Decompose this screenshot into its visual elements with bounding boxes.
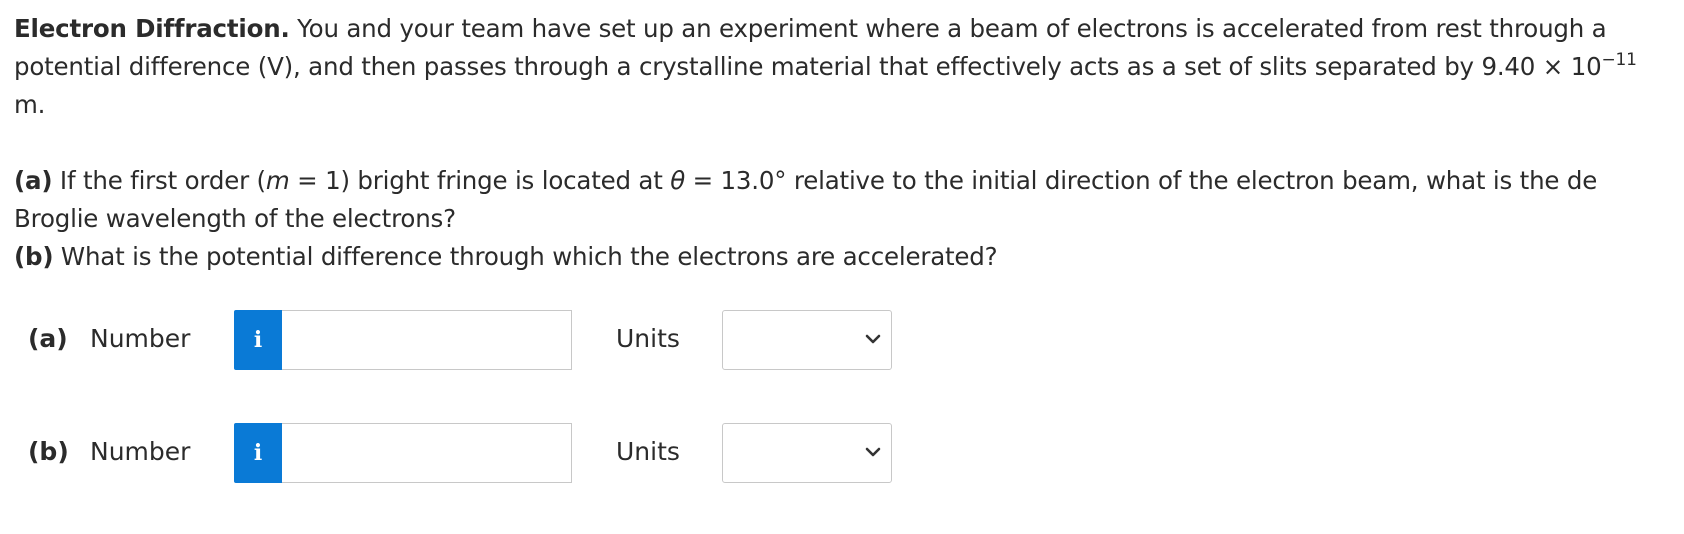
answer-row-a: (a) Number i Units	[0, 310, 1684, 370]
chevron-down-icon	[865, 334, 881, 344]
info-icon: i	[253, 440, 263, 466]
problem-title: Electron Diffraction.	[14, 14, 290, 43]
info-button[interactable]: i	[234, 423, 282, 483]
part-a-question: (a) If the first order (m = 1) bright fr…	[14, 162, 1664, 238]
problem-intro-unit: m.	[14, 90, 46, 119]
problem-intro: Electron Diffraction. You and your team …	[14, 10, 1664, 124]
info-icon: i	[253, 327, 263, 353]
part-a-text-1: If the first order (	[52, 166, 266, 195]
info-button[interactable]: i	[234, 310, 282, 370]
number-input[interactable]	[282, 310, 572, 370]
units-label: Units	[616, 437, 680, 466]
number-input[interactable]	[282, 423, 572, 483]
problem-statement: Electron Diffraction. You and your team …	[14, 10, 1664, 276]
chevron-down-icon	[865, 447, 881, 457]
part-a-theta-symbol: θ	[670, 166, 686, 195]
part-b-question-label: (b)	[14, 242, 54, 271]
part-a-text-2: = 1) bright fringe is located at	[289, 166, 671, 195]
answer-row-b: (b) Number i Units	[0, 423, 1684, 483]
part-b-question: (b) What is the potential difference thr…	[14, 238, 1664, 276]
part-a-m-symbol: m	[265, 166, 290, 195]
number-label: Number	[90, 324, 191, 353]
answer-part-label: (a)	[28, 324, 68, 353]
units-dropdown[interactable]	[722, 423, 892, 483]
answer-part-label: (b)	[28, 437, 69, 466]
units-dropdown[interactable]	[722, 310, 892, 370]
slit-exponent: −11	[1601, 50, 1637, 70]
part-a-question-label: (a)	[14, 166, 53, 195]
units-label: Units	[616, 324, 680, 353]
part-b-text: What is the potential difference through…	[53, 242, 998, 271]
number-label: Number	[90, 437, 191, 466]
